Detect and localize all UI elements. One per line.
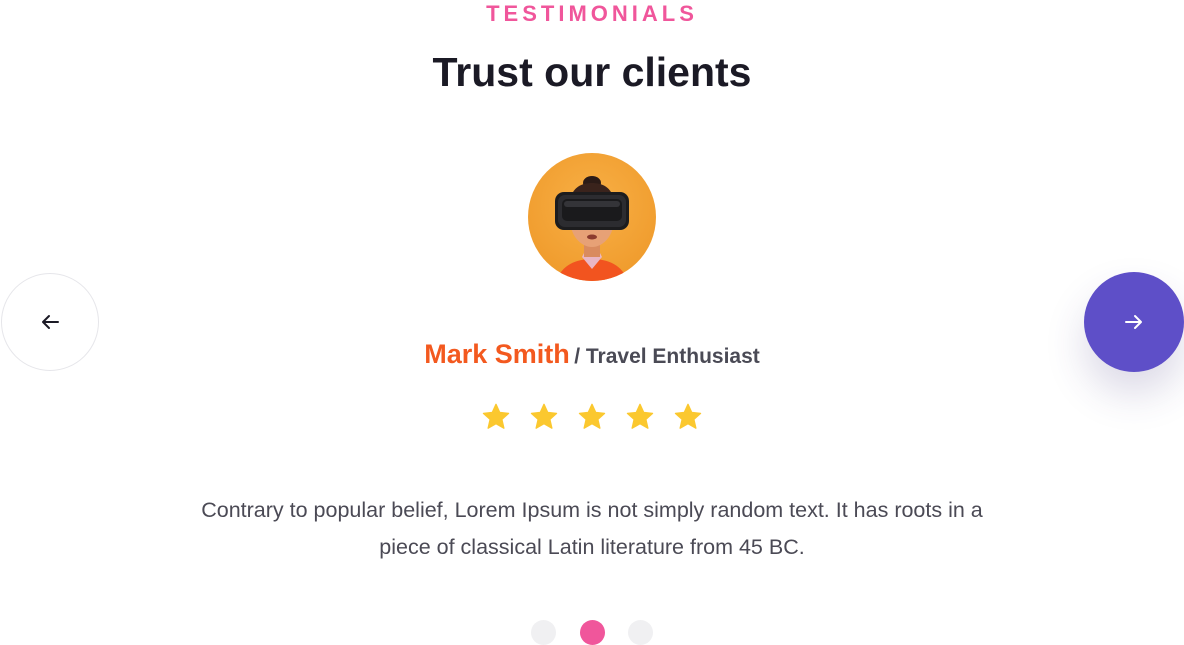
pagination-dot[interactable]: [579, 620, 605, 645]
star-icon: [674, 403, 702, 429]
arrow-left-icon: [42, 315, 59, 329]
author-role: / Travel Enthusiast: [574, 345, 760, 368]
testimonial-quote: Contrary to popular belief, Lorem Ipsum …: [201, 498, 983, 559]
section-title: Trust our clients: [432, 49, 752, 95]
avatar-photo: [528, 153, 656, 281]
section-eyebrow: TESTIMONIALS: [486, 1, 698, 26]
avatar: [528, 153, 656, 281]
author-name: Mark Smith: [424, 339, 570, 369]
star-icon: [578, 403, 606, 429]
arrow-right-icon: [1125, 315, 1142, 329]
star-icon: [626, 403, 654, 429]
carousel-pagination: [531, 620, 653, 645]
star-icon: [482, 403, 510, 429]
pagination-dot[interactable]: [628, 620, 653, 645]
pagination-dot[interactable]: [531, 620, 556, 645]
testimonials-section: TESTIMONIALS Trust our clients Mark Smit…: [0, 0, 1184, 645]
testimonial-author: Mark Smith / Travel Enthusiast: [0, 336, 1184, 377]
star-icon: [530, 403, 558, 429]
star-rating: [480, 401, 704, 435]
